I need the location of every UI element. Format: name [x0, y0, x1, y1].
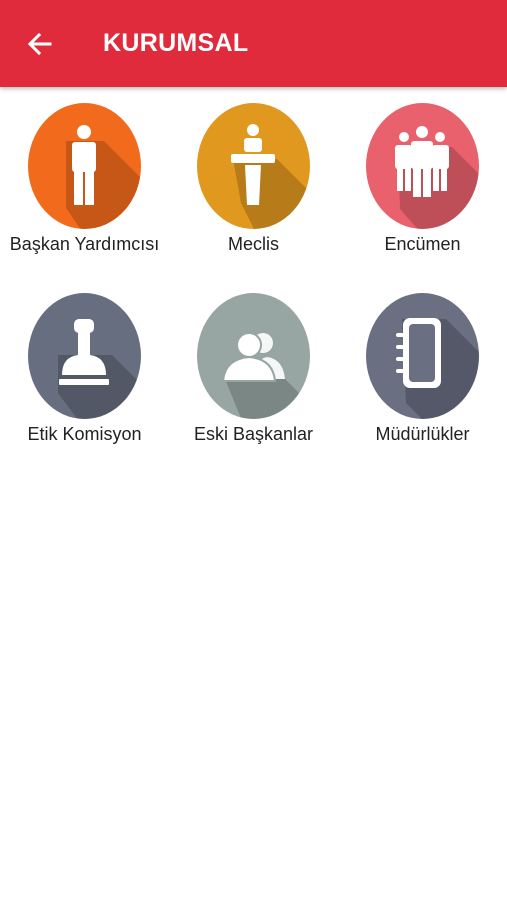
menu-item-label: Encümen — [384, 234, 461, 254]
menu-item-meclis[interactable]: Meclis — [169, 100, 338, 270]
person-icon — [66, 125, 141, 229]
menu-item-circle — [197, 293, 310, 419]
menu-item-circle — [366, 103, 479, 229]
stamp-icon — [58, 319, 141, 419]
menu-item-circle — [197, 103, 310, 229]
menu-item-eski-baskanlar[interactable]: Eski Başkanlar — [169, 290, 338, 460]
menu-item-label: Başkan Yardımcısı — [9, 234, 160, 254]
menu-item-baskan-yardimcisi[interactable]: Başkan Yardımcısı — [0, 100, 169, 270]
group-icon — [395, 126, 479, 229]
menu-item-label: Etik Komisyon — [27, 424, 142, 444]
arrow-left-icon — [27, 32, 52, 56]
menu-item-label: Eski Başkanlar — [193, 424, 314, 444]
menu-item-label: Meclis — [227, 234, 279, 254]
back-button[interactable] — [18, 22, 62, 66]
menu-item-circle — [366, 293, 479, 419]
podium-speaker-icon — [231, 124, 310, 229]
menu-item-mudurlukler[interactable]: Müdürlükler — [338, 290, 507, 460]
menu-item-circle — [28, 293, 141, 419]
menu-item-encumen[interactable]: Encümen — [338, 100, 507, 270]
notebook-icon — [396, 318, 479, 419]
page-title: KURUMSAL — [103, 29, 249, 57]
app-bar: KURUMSAL — [0, 0, 507, 87]
users-icon — [221, 332, 310, 419]
menu-item-label: Müdürlükler — [375, 424, 470, 444]
menu-item-etik-komisyon[interactable]: Etik Komisyon — [0, 290, 169, 460]
menu-item-circle — [28, 103, 141, 229]
